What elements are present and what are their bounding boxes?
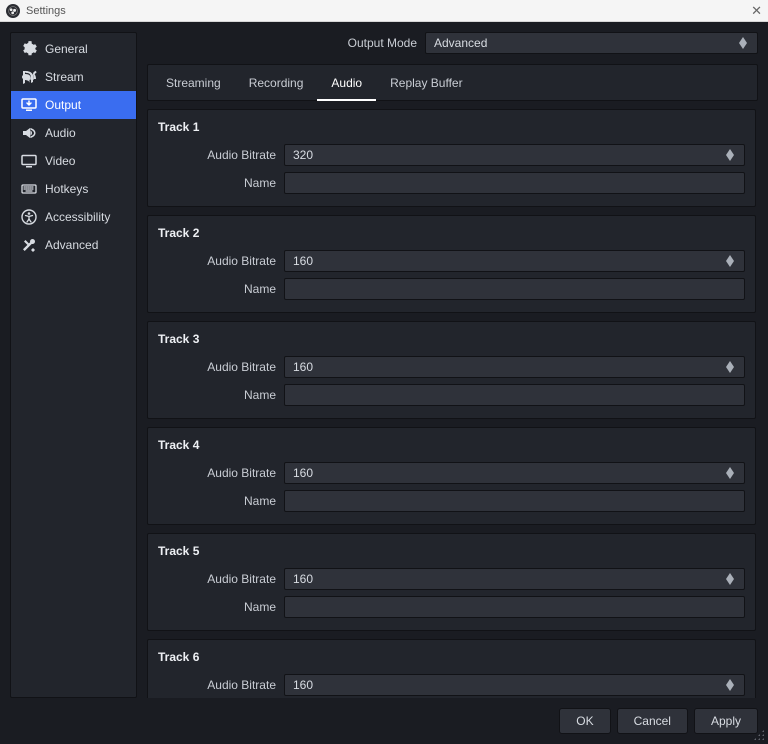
tracks-scroll[interactable]: Track 1 Audio Bitrate 320 Name Track 2 Audio …: [147, 109, 758, 698]
track-name-input[interactable]: [284, 278, 745, 300]
bitrate-label: Audio Bitrate: [158, 360, 276, 374]
bitrate-value: 160: [293, 360, 313, 374]
output-mode-row: Output Mode Advanced: [147, 32, 758, 54]
sidebar-item-output[interactable]: Output: [11, 91, 136, 119]
cancel-button[interactable]: Cancel: [617, 708, 688, 734]
bitrate-label: Audio Bitrate: [158, 678, 276, 692]
track-title: Track 6: [158, 650, 745, 664]
track-name-input[interactable]: [284, 490, 745, 512]
track-card: Track 6Audio Bitrate160Name: [147, 639, 756, 698]
sidebar-item-label: Audio: [45, 126, 76, 140]
track-name-input[interactable]: [284, 384, 745, 406]
sidebar-item-label: Hotkeys: [45, 182, 88, 196]
sidebar-item-general[interactable]: General: [11, 35, 136, 63]
sidebar-item-label: Stream: [45, 70, 84, 84]
chevron-updown-icon: [726, 675, 740, 695]
sidebar-item-hotkeys[interactable]: Hotkeys: [11, 175, 136, 203]
sidebar-item-label: Video: [45, 154, 75, 168]
chevron-updown-icon: [726, 251, 740, 271]
gear-icon: [21, 41, 37, 57]
sidebar-item-video[interactable]: Video: [11, 147, 136, 175]
track-card: Track 1 Audio Bitrate 320 Name: [147, 109, 756, 207]
settings-sidebar: General Stream Output Audio Video Hotkeys Acce…: [10, 32, 137, 698]
bitrate-value: 160: [293, 678, 313, 692]
sidebar-item-stream[interactable]: Stream: [11, 63, 136, 91]
bitrate-label: Audio Bitrate: [158, 254, 276, 268]
bitrate-spinner[interactable]: 160: [284, 356, 745, 378]
track-card: Track 5 Audio Bitrate 160 Name: [147, 533, 756, 631]
bitrate-spinner[interactable]: 160: [284, 462, 745, 484]
output-mode-value: Advanced: [434, 36, 487, 50]
bitrate-spinner[interactable]: 160: [284, 674, 745, 696]
chevron-updown-icon: [739, 33, 753, 53]
track-title: Track 4: [158, 438, 745, 452]
chevron-updown-icon: [726, 145, 740, 165]
name-label: Name: [158, 176, 276, 190]
track-title: Track 5: [158, 544, 745, 558]
display-icon: [21, 153, 37, 169]
window-title: Settings: [26, 5, 751, 17]
track-title: Track 3: [158, 332, 745, 346]
sidebar-item-label: Advanced: [45, 238, 98, 252]
bitrate-label: Audio Bitrate: [158, 148, 276, 162]
broadcast-icon: [21, 69, 37, 85]
sidebar-item-audio[interactable]: Audio: [11, 119, 136, 147]
close-icon[interactable]: ✕: [751, 3, 762, 19]
track-name-input[interactable]: [284, 596, 745, 618]
tab-streaming[interactable]: Streaming: [152, 69, 235, 101]
output-mode-select[interactable]: Advanced: [425, 32, 758, 54]
track-name-input[interactable]: [284, 172, 745, 194]
bitrate-spinner[interactable]: 160: [284, 250, 745, 272]
tools-icon: [21, 237, 37, 253]
bitrate-value: 320: [293, 148, 313, 162]
monitor-arrow-icon: [21, 97, 37, 113]
app-icon: [6, 4, 20, 18]
bitrate-value: 160: [293, 572, 313, 586]
output-subtabs: StreamingRecordingAudioReplay Buffer: [147, 64, 758, 101]
bitrate-value: 160: [293, 466, 313, 480]
name-label: Name: [158, 282, 276, 296]
sidebar-item-accessibility[interactable]: Accessibility: [11, 203, 136, 231]
name-label: Name: [158, 494, 276, 508]
apply-button[interactable]: Apply: [694, 708, 758, 734]
track-card: Track 4 Audio Bitrate 160 Name: [147, 427, 756, 525]
main-panel: Output Mode Advanced StreamingRecordingA…: [147, 32, 758, 698]
output-mode-label: Output Mode: [147, 36, 417, 50]
sidebar-item-label: Output: [45, 98, 81, 112]
dialog-footer: OK Cancel Apply: [10, 698, 758, 734]
chevron-updown-icon: [726, 357, 740, 377]
track-card: Track 2 Audio Bitrate 160 Name: [147, 215, 756, 313]
track-title: Track 1: [158, 120, 745, 134]
accessibility-icon: [21, 209, 37, 225]
speaker-icon: [21, 125, 37, 141]
ok-button[interactable]: OK: [559, 708, 610, 734]
name-label: Name: [158, 388, 276, 402]
sidebar-item-label: General: [45, 42, 88, 56]
sidebar-item-advanced[interactable]: Advanced: [11, 231, 136, 259]
bitrate-spinner[interactable]: 320: [284, 144, 745, 166]
track-card: Track 3 Audio Bitrate 160 Name: [147, 321, 756, 419]
track-title: Track 2: [158, 226, 745, 240]
window-titlebar: Settings ✕: [0, 0, 768, 22]
bitrate-spinner[interactable]: 160: [284, 568, 745, 590]
chevron-updown-icon: [726, 569, 740, 589]
bitrate-label: Audio Bitrate: [158, 466, 276, 480]
bitrate-value: 160: [293, 254, 313, 268]
sidebar-item-label: Accessibility: [45, 210, 110, 224]
bitrate-label: Audio Bitrate: [158, 572, 276, 586]
chevron-updown-icon: [726, 463, 740, 483]
tab-recording[interactable]: Recording: [235, 69, 318, 101]
tab-replay-buffer[interactable]: Replay Buffer: [376, 69, 477, 101]
tab-audio[interactable]: Audio: [317, 69, 376, 101]
name-label: Name: [158, 600, 276, 614]
keyboard-icon: [21, 181, 37, 197]
